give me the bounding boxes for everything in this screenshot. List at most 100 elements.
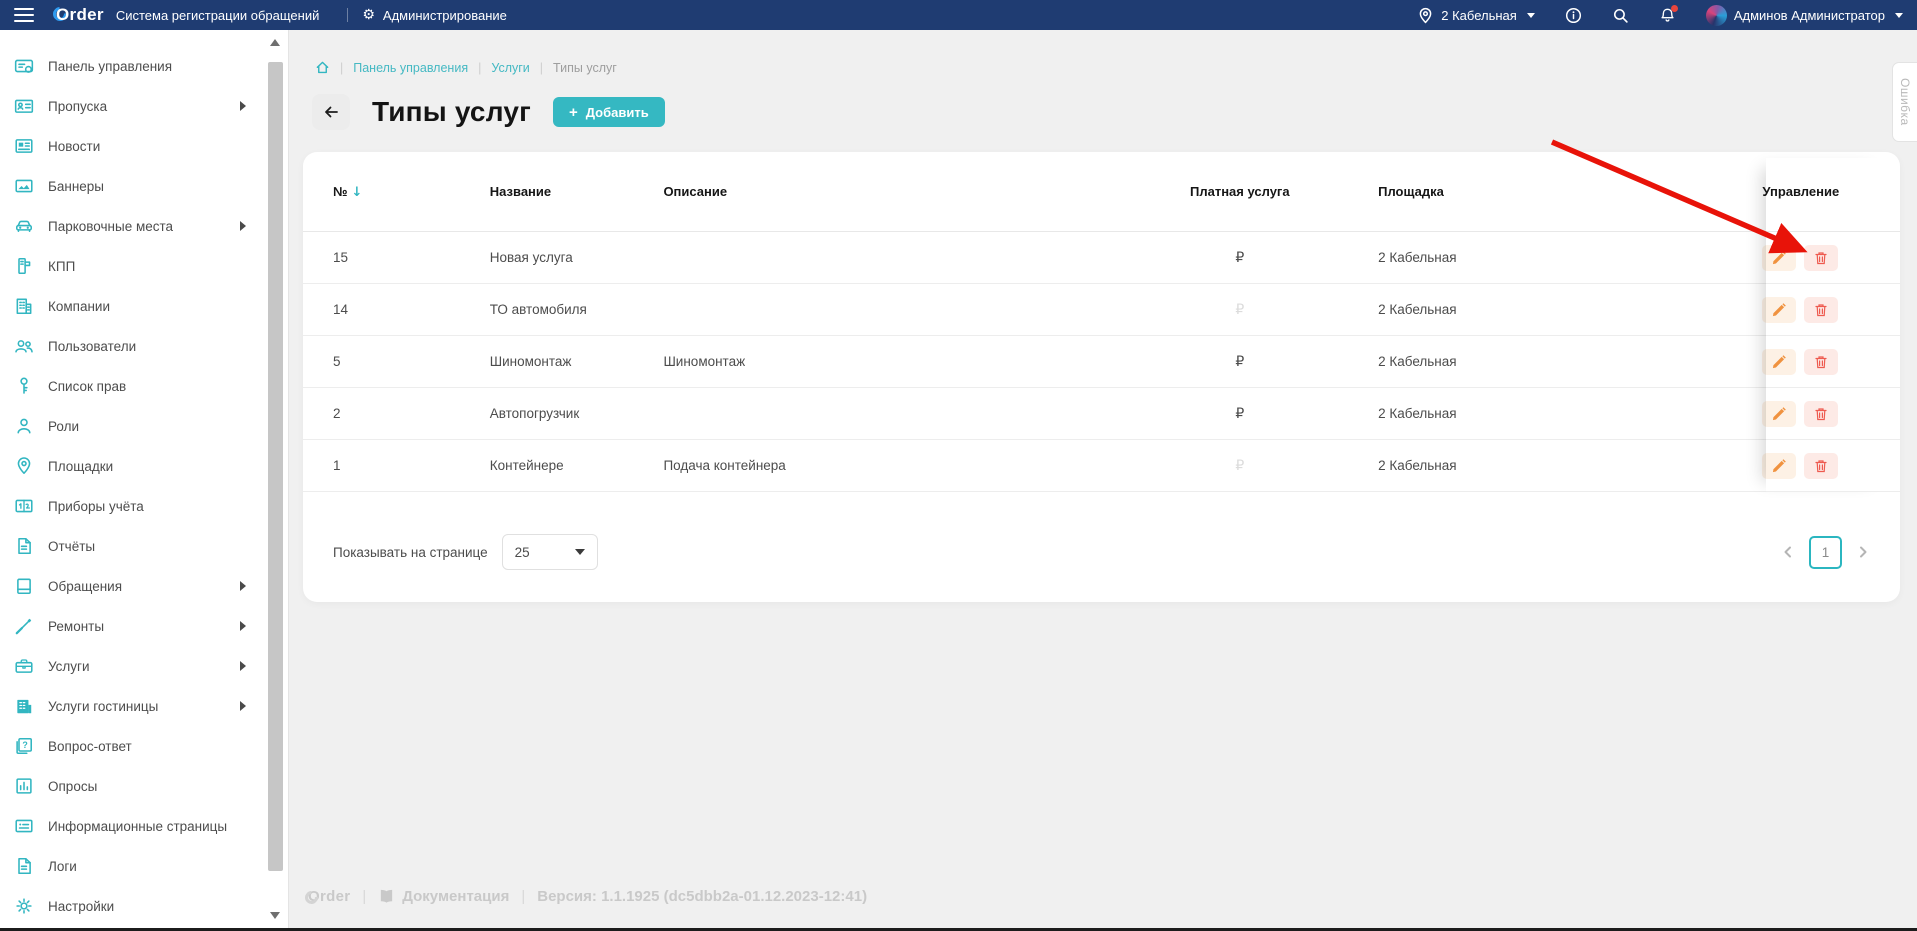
page-size-value: 25: [515, 545, 530, 560]
sidebar-item-rights[interactable]: Список прав: [0, 366, 262, 406]
breadcrumb-link-services[interactable]: Услуги: [491, 61, 529, 75]
sidebar-item-news[interactable]: Новости: [0, 126, 262, 166]
sidebar-item-roles[interactable]: Роли: [0, 406, 262, 446]
cell-paid: ₽: [1101, 302, 1378, 318]
delete-button[interactable]: [1804, 453, 1838, 479]
notification-badge: [1671, 5, 1678, 12]
car-icon: [14, 216, 34, 236]
page-title: Типы услуг: [372, 96, 531, 128]
footer-brand-logo: Order: [308, 888, 350, 905]
location-selector[interactable]: 2 Кабельная: [1417, 7, 1535, 24]
sidebar-item-meters[interactable]: Приборы учёта: [0, 486, 262, 526]
cell-name: ТО автомобиля: [490, 302, 664, 317]
brand-logo[interactable]: Order: [56, 5, 104, 25]
user-menu[interactable]: Админов Администратор: [1706, 5, 1903, 26]
column-header-description[interactable]: Описание: [663, 184, 1101, 199]
sidebar-item-dashboard[interactable]: Панель управления: [0, 46, 262, 86]
sidebar-item-settings[interactable]: Настройки: [0, 886, 262, 926]
cell-name: Шиномонтаж: [490, 354, 664, 369]
sidebar-item-reports[interactable]: Отчёты: [0, 526, 262, 566]
sidebar-item-checkpoint[interactable]: КПП: [0, 246, 262, 286]
column-header-name[interactable]: Название: [490, 184, 664, 199]
sidebar-item-banners[interactable]: Баннеры: [0, 166, 262, 206]
footer: Order | Документация | Версия: 1.1.1925 …: [308, 888, 867, 905]
back-button[interactable]: [312, 94, 350, 130]
sidebar-item-companies[interactable]: Компании: [0, 286, 262, 326]
sidebar-item-faq[interactable]: ?Вопрос-ответ: [0, 726, 262, 766]
hamburger-menu-icon[interactable]: [14, 8, 34, 22]
delete-button[interactable]: [1804, 349, 1838, 375]
sidebar-item-sites[interactable]: Площадки: [0, 446, 262, 486]
delete-button[interactable]: [1804, 401, 1838, 427]
error-feedback-tab[interactable]: Ошибка: [1892, 62, 1917, 142]
next-page-button[interactable]: [1856, 545, 1870, 559]
footer-separator: |: [362, 888, 366, 905]
delete-button[interactable]: [1804, 245, 1838, 271]
home-icon[interactable]: [315, 60, 330, 75]
delete-button[interactable]: [1804, 297, 1838, 323]
cell-name: Автопогрузчик: [490, 406, 664, 421]
expand-arrow-icon: [240, 621, 246, 631]
scrollbar-thumb[interactable]: [268, 62, 283, 871]
location-label: 2 Кабельная: [1441, 8, 1517, 23]
scroll-up-arrow-icon[interactable]: [270, 39, 280, 46]
pencil-icon: [1772, 251, 1786, 265]
sidebar-item-parking[interactable]: Парковочные места: [0, 206, 262, 246]
sidebar-item-polls[interactable]: Опросы: [0, 766, 262, 806]
sidebar-item-repairs[interactable]: Ремонты: [0, 606, 262, 646]
breadcrumb-link-dashboard[interactable]: Панель управления: [353, 61, 468, 75]
version-label: Версия: 1.1.1925 (dc5dbb2a-01.12.2023-12…: [537, 888, 867, 905]
map-pin-icon: [14, 456, 34, 476]
cell-number: 15: [333, 250, 490, 265]
sidebar-item-hotel-services[interactable]: Услуги гостиницы: [0, 686, 262, 726]
documentation-link[interactable]: Документация: [378, 888, 509, 905]
info-icon[interactable]: [1565, 7, 1582, 24]
book-icon: [378, 888, 395, 905]
arrow-left-icon: [322, 103, 340, 121]
edit-button[interactable]: [1762, 401, 1796, 427]
search-icon[interactable]: [1612, 7, 1629, 24]
building-icon: [14, 296, 34, 316]
column-header-paid[interactable]: Платная услуга: [1101, 184, 1378, 199]
sidebar-item-passes[interactable]: Пропуска: [0, 86, 262, 126]
sidebar-item-logs[interactable]: Логи: [0, 846, 262, 886]
admin-section-link[interactable]: ⚙ Администрирование: [362, 8, 507, 23]
user-name: Админов Администратор: [1734, 8, 1885, 23]
edit-button[interactable]: [1762, 453, 1796, 479]
column-header-site[interactable]: Площадка: [1378, 184, 1762, 199]
avatar: [1706, 5, 1727, 26]
pencil-icon: [1772, 303, 1786, 317]
scroll-down-arrow-icon[interactable]: [270, 912, 280, 919]
notifications-button[interactable]: [1659, 7, 1676, 24]
breadcrumb-separator: |: [540, 61, 543, 75]
cell-site: 2 Кабельная: [1378, 458, 1762, 473]
sidebar-item-appeals[interactable]: Обращения: [0, 566, 262, 606]
hotel-icon: [14, 696, 34, 716]
page-size-select[interactable]: 25: [502, 534, 598, 570]
add-button[interactable]: + Добавить: [553, 97, 665, 127]
current-page-button[interactable]: 1: [1809, 536, 1842, 569]
column-header-number[interactable]: №↓: [333, 184, 490, 200]
trash-icon: [1814, 407, 1828, 421]
service-types-card: №↓ Название Описание Платная услуга Площ…: [303, 152, 1900, 602]
breadcrumb-separator: |: [340, 61, 343, 75]
appeals-icon: [14, 576, 34, 596]
cell-paid: ₽: [1101, 406, 1378, 422]
id-card-icon: [14, 96, 34, 116]
sidebar-item-services[interactable]: Услуги: [0, 646, 262, 686]
checkpoint-icon: [14, 256, 34, 276]
dashboard-icon: [14, 56, 34, 76]
edit-button[interactable]: [1762, 297, 1796, 323]
edit-button[interactable]: [1762, 349, 1796, 375]
breadcrumb: | Панель управления | Услуги | Типы услу…: [315, 60, 617, 75]
column-header-management: Управление: [1762, 184, 1870, 199]
documentation-label: Документация: [402, 888, 509, 905]
location-pin-icon: [1417, 7, 1434, 24]
edit-button[interactable]: [1762, 245, 1796, 271]
prev-page-button[interactable]: [1781, 545, 1795, 559]
breadcrumb-current: Типы услуг: [553, 61, 617, 75]
services-icon: [14, 656, 34, 676]
sidebar-item-info-pages[interactable]: Информационные страницы: [0, 806, 262, 846]
sidebar-item-users[interactable]: Пользователи: [0, 326, 262, 366]
chevron-left-icon: [1781, 545, 1795, 559]
